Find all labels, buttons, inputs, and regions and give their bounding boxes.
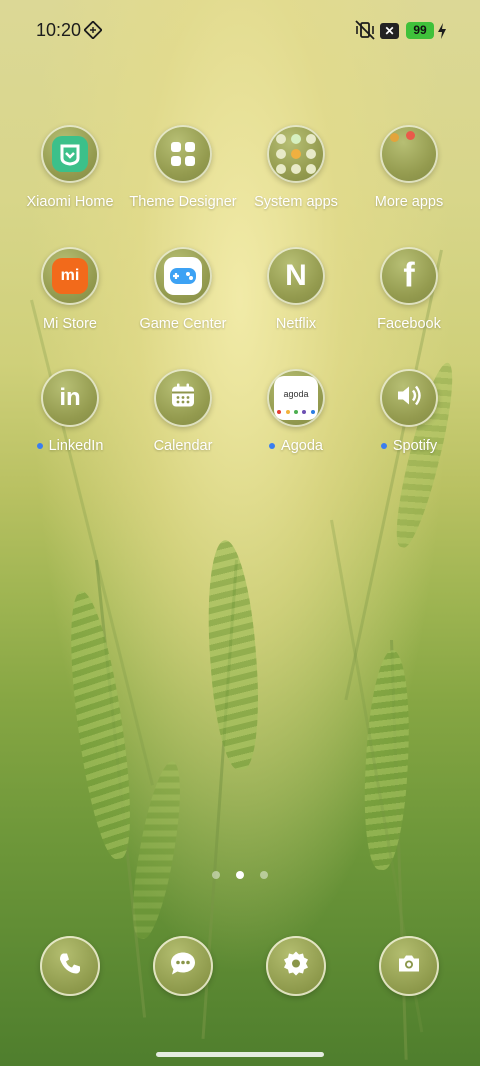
charging-icon bbox=[437, 22, 447, 45]
app-label: Spotify bbox=[392, 438, 438, 454]
mi-store-icon: mi bbox=[41, 247, 99, 305]
app-netflix[interactable]: N Netflix bbox=[238, 247, 354, 332]
xbox-badge-icon: ✕ bbox=[380, 23, 399, 39]
theme-designer-icon bbox=[154, 125, 212, 183]
folder-icon bbox=[267, 125, 325, 183]
xiaomi-home-icon bbox=[41, 125, 99, 183]
app-linkedin[interactable]: in LinkedIn bbox=[12, 369, 128, 454]
page-dot[interactable] bbox=[260, 871, 269, 879]
agoda-icon: agoda bbox=[267, 369, 325, 427]
app-label: Game Center bbox=[139, 316, 227, 332]
app-label: More apps bbox=[374, 194, 444, 210]
folder-icon bbox=[380, 125, 438, 183]
dock-phone[interactable] bbox=[40, 936, 100, 996]
mute-vibrate-icon bbox=[354, 20, 376, 45]
app-label: Mi Store bbox=[43, 316, 97, 332]
netflix-icon: N bbox=[267, 247, 325, 305]
dock-settings[interactable] bbox=[266, 936, 326, 996]
app-label: Netflix bbox=[275, 316, 317, 332]
linkedin-icon: in bbox=[41, 369, 99, 427]
notification-dot bbox=[269, 443, 276, 450]
nfc-icon bbox=[83, 20, 103, 44]
page-indicator[interactable] bbox=[0, 866, 480, 884]
app-game-center[interactable]: Game Center bbox=[125, 247, 241, 332]
home-screen: 10:20 ✕ 99 Xiaomi Home Theme Designer Sy… bbox=[0, 0, 480, 1066]
facebook-icon: f bbox=[380, 247, 438, 305]
camera-icon bbox=[396, 951, 422, 982]
app-agoda[interactable]: agoda Agoda bbox=[238, 369, 354, 454]
messages-icon bbox=[169, 950, 197, 983]
app-spotify[interactable]: Spotify bbox=[351, 369, 467, 454]
game-center-icon bbox=[154, 247, 212, 305]
app-calendar[interactable]: Calendar bbox=[125, 369, 241, 454]
app-label: LinkedIn bbox=[48, 438, 104, 454]
gesture-home-bar[interactable] bbox=[156, 1052, 324, 1057]
notification-dot bbox=[380, 443, 387, 450]
app-more-apps-folder[interactable]: More apps bbox=[351, 125, 467, 210]
page-dot[interactable] bbox=[211, 871, 220, 879]
app-facebook[interactable]: f Facebook bbox=[351, 247, 467, 332]
settings-icon bbox=[282, 950, 310, 983]
battery-icon: 99 bbox=[406, 22, 434, 39]
app-system-apps-folder[interactable]: System apps bbox=[238, 125, 354, 210]
notification-dot bbox=[36, 443, 43, 450]
app-label: Theme Designer bbox=[129, 194, 237, 210]
calendar-icon bbox=[154, 369, 212, 427]
status-bar: 10:20 ✕ 99 bbox=[0, 0, 480, 62]
phone-icon bbox=[57, 951, 83, 982]
app-theme-designer[interactable]: Theme Designer bbox=[125, 125, 241, 210]
app-mi-store[interactable]: mi Mi Store bbox=[12, 247, 128, 332]
app-label: System apps bbox=[254, 194, 338, 210]
app-label: Calendar bbox=[153, 438, 213, 454]
app-xiaomi-home[interactable]: Xiaomi Home bbox=[12, 125, 128, 210]
app-label: Agoda bbox=[281, 438, 323, 454]
page-dot-active[interactable] bbox=[236, 871, 244, 879]
spotify-icon bbox=[380, 369, 438, 427]
app-label: Facebook bbox=[377, 316, 441, 332]
clock: 10:20 bbox=[36, 20, 82, 40]
dock-messages[interactable] bbox=[153, 936, 213, 996]
app-label: Xiaomi Home bbox=[26, 194, 114, 210]
dock-camera[interactable] bbox=[379, 936, 439, 996]
